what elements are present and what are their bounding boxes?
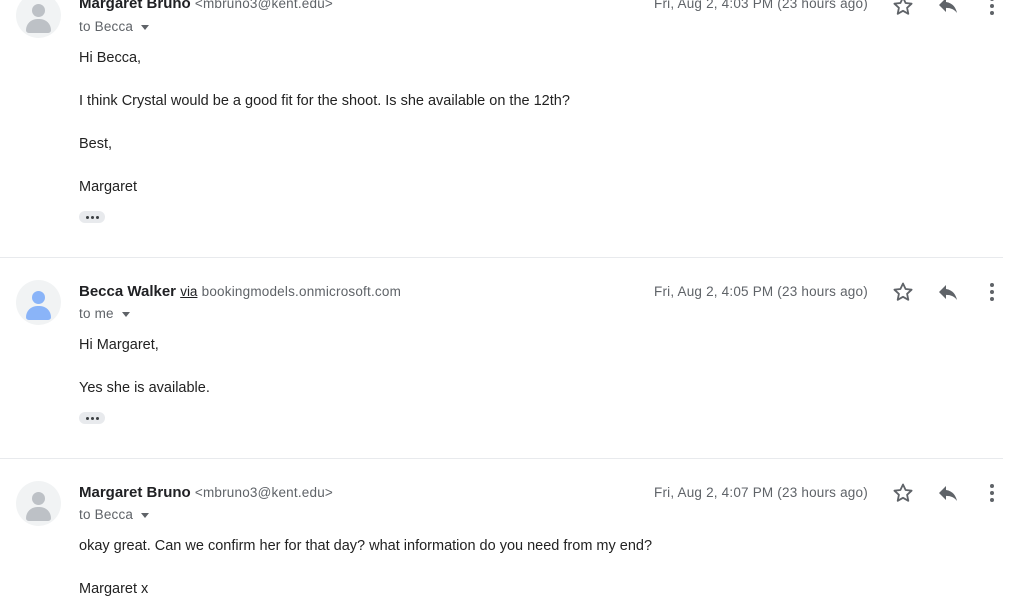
recipients-toggle[interactable]: to Becca (79, 507, 150, 522)
body-line: Hi Margaret, (79, 337, 159, 353)
more-vert-icon[interactable] (980, 481, 1004, 505)
sender[interactable]: Becca Walker via bookingmodels.onmicroso… (79, 283, 401, 300)
more-vert-icon[interactable] (980, 280, 1004, 304)
body-line: Yes she is available. (79, 380, 210, 396)
body-line: Margaret (79, 179, 138, 195)
sender-name[interactable]: Becca Walker (79, 283, 176, 300)
reply-icon[interactable] (936, 481, 960, 505)
reply-icon[interactable] (936, 280, 960, 304)
body-line: Best, (79, 136, 113, 152)
person-avatar-icon[interactable] (16, 280, 61, 325)
body-line: Margaret x (79, 581, 149, 597)
via-link[interactable]: via (180, 284, 197, 299)
message-2: Becca Walker via bookingmodels.onmicroso… (0, 258, 1023, 458)
sender-email: <mbruno3@kent.edu> (194, 0, 334, 11)
chevron-down-icon[interactable] (121, 311, 130, 317)
sender-name[interactable]: Margaret Bruno (79, 0, 191, 12)
sender-email: <mbruno3@kent.edu> (194, 485, 334, 500)
sender-name[interactable]: Margaret Bruno (79, 484, 191, 501)
sender[interactable]: Margaret Bruno <mbruno3@kent.edu> (79, 0, 333, 12)
recipients-label: to Becca (79, 507, 134, 522)
message-date: Fri, Aug 2, 4:03 PM (23 hours ago) (654, 0, 868, 11)
recipients-toggle[interactable]: to me (79, 306, 130, 321)
recipients-label: to Becca (79, 19, 134, 34)
sender[interactable]: Margaret Bruno <mbruno3@kent.edu> (79, 484, 333, 501)
chevron-down-icon[interactable] (141, 24, 150, 30)
sender-domain: bookingmodels.onmicrosoft.com (201, 284, 402, 299)
chevron-down-icon[interactable] (141, 512, 150, 518)
body-line: Hi Becca, (79, 50, 142, 66)
reply-icon[interactable] (936, 0, 960, 17)
recipients-label: to me (79, 306, 114, 321)
body-line: okay great. Can we confirm her for that … (79, 538, 653, 554)
message-date: Fri, Aug 2, 4:05 PM (23 hours ago) (654, 284, 868, 299)
more-vert-icon[interactable] (980, 0, 1004, 18)
body-line: I think Crystal would be a good fit for … (79, 93, 570, 109)
person-avatar-icon[interactable] (16, 0, 61, 38)
recipients-toggle[interactable]: to Becca (79, 19, 150, 34)
message-date: Fri, Aug 2, 4:07 PM (23 hours ago) (654, 485, 868, 500)
star-icon[interactable] (891, 280, 915, 304)
show-trimmed-content-button[interactable] (79, 412, 105, 424)
message-1: Margaret Bruno <mbruno3@kent.edu> to Bec… (0, 0, 1023, 257)
person-avatar-icon[interactable] (16, 481, 61, 526)
star-icon[interactable] (891, 481, 915, 505)
message-3: Margaret Bruno <mbruno3@kent.edu> to Bec… (0, 459, 1023, 609)
star-icon[interactable] (891, 0, 915, 18)
show-trimmed-content-button[interactable] (79, 211, 105, 223)
